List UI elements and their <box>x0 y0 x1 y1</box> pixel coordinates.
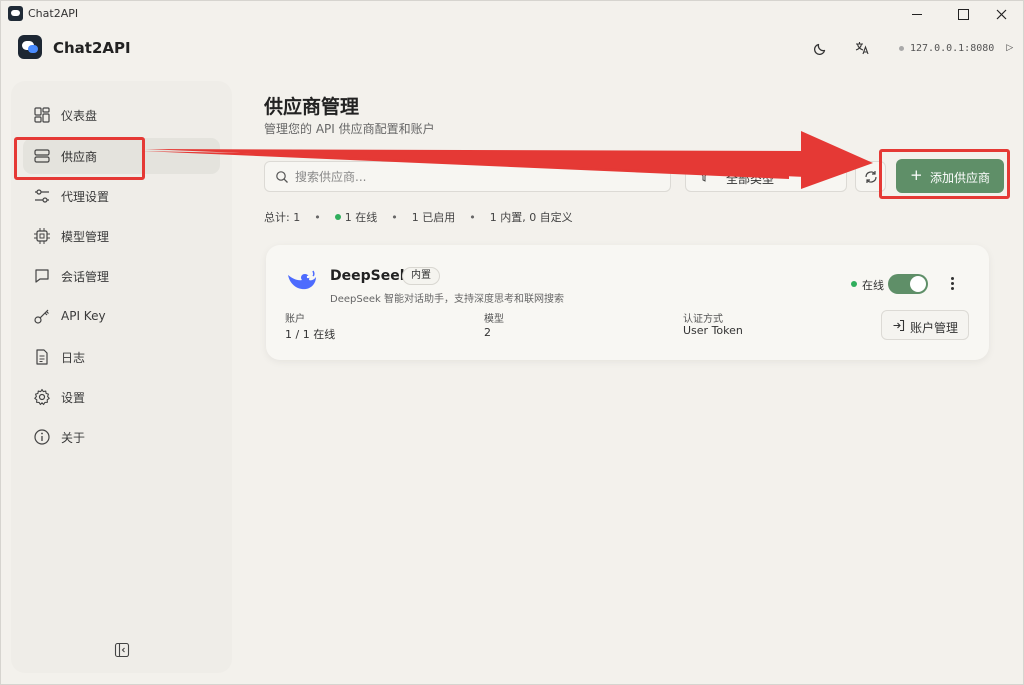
stat-enabled: 1 已启用 <box>411 211 456 224</box>
login-icon <box>893 319 905 332</box>
theme-toggle-button[interactable] <box>811 38 831 58</box>
models-value: 2 <box>484 326 491 339</box>
sidebar-item-label: 设置 <box>61 391 86 405</box>
provider-enable-toggle[interactable] <box>888 274 928 294</box>
sidebar-item-label: 关于 <box>61 431 86 445</box>
stat-separator: • <box>314 210 321 224</box>
app-name: Chat2API <box>53 39 131 57</box>
auth-method-value: User Token <box>683 324 743 337</box>
accounts-value: 1 / 1 在线 <box>285 328 336 341</box>
window-title: Chat2API <box>28 7 79 20</box>
chip-icon <box>34 228 50 244</box>
annotation-highlight-providers <box>14 137 145 180</box>
provider-status: 在线 <box>862 279 884 292</box>
sidebar-item-label: 仪表盘 <box>61 109 98 123</box>
app-header: Chat2API 127.0.0.1:8080 ▷ <box>1 27 1023 71</box>
sidebar-item-label: 代理设置 <box>61 190 110 204</box>
account-management-label: 账户管理 <box>910 321 959 335</box>
server-status-dot <box>899 45 904 51</box>
minimize-button[interactable] <box>895 1 939 27</box>
app-window: Chat2API Chat2API 127.0.0.1:8080 ▷ 仪表盘 供… <box>0 0 1024 685</box>
annotation-highlight-add-button <box>879 149 1010 199</box>
provider-description: DeepSeek 智能对话助手，支持深度思考和联网搜索 <box>330 294 564 305</box>
more-options-icon[interactable] <box>946 275 958 293</box>
sidebar-item-label: 会话管理 <box>61 270 110 284</box>
provider-name: DeepSeek <box>330 268 410 284</box>
sidebar-item-label: 日志 <box>61 351 86 365</box>
sidebar-item-models[interactable]: 模型管理 <box>23 218 220 254</box>
close-icon <box>996 9 1006 19</box>
page-title: 供应商管理 <box>264 96 360 118</box>
language-button[interactable] <box>852 38 872 58</box>
stat-online: 1 在线 <box>344 211 378 224</box>
stat-builtin: 1 内置, 0 自定义 <box>489 211 573 224</box>
account-management-button[interactable]: 账户管理 <box>881 310 969 340</box>
key-icon <box>34 309 49 324</box>
models-label: 模型 <box>484 314 504 325</box>
translate-icon <box>855 42 869 55</box>
deepseek-logo-icon <box>288 270 316 290</box>
collapse-sidebar-icon[interactable] <box>114 642 130 658</box>
stat-separator: • <box>391 210 398 224</box>
provider-status-dot <box>851 281 857 287</box>
sidebar-item-api-key[interactable]: API Key <box>23 299 220 335</box>
online-status-dot <box>334 214 341 220</box>
sidebar-item-about[interactable]: 关于 <box>23 419 220 455</box>
stat-total: 总计: 1 <box>264 211 301 224</box>
sidebar-item-sessions[interactable]: 会话管理 <box>23 258 220 294</box>
os-titlebar: Chat2API <box>1 1 1023 27</box>
dashboard-icon <box>34 107 50 123</box>
play-icon[interactable]: ▷ <box>1006 43 1013 53</box>
stat-separator: • <box>469 210 476 224</box>
provider-stats: 总计: 1 • 1 在线 • 1 已启用 • 1 内置, 0 自定义 <box>264 209 573 225</box>
moon-icon <box>814 43 826 55</box>
info-icon <box>34 429 50 445</box>
server-address: 127.0.0.1:8080 <box>910 42 995 54</box>
sliders-icon <box>35 189 49 203</box>
toggle-knob <box>910 276 926 292</box>
close-button[interactable] <box>979 1 1023 27</box>
app-logo <box>18 35 42 59</box>
annotation-arrow <box>141 131 873 189</box>
sidebar-item-label: 模型管理 <box>61 230 110 244</box>
chat-icon <box>35 269 49 283</box>
accounts-label: 账户 <box>285 314 305 325</box>
server-status[interactable]: 127.0.0.1:8080 ▷ <box>893 37 1019 59</box>
document-icon <box>36 349 48 365</box>
gear-icon <box>34 388 50 406</box>
auth-method-label: 认证方式 <box>683 314 723 325</box>
builtin-badge: 内置 <box>402 267 440 285</box>
sidebar-item-label: API Key <box>61 309 106 323</box>
sidebar-item-logs[interactable]: 日志 <box>23 339 220 375</box>
sidebar-item-settings[interactable]: 设置 <box>23 379 220 415</box>
provider-card: DeepSeek 内置 DeepSeek 智能对话助手，支持深度思考和联网搜索 … <box>266 245 989 360</box>
app-window-icon <box>8 6 23 21</box>
